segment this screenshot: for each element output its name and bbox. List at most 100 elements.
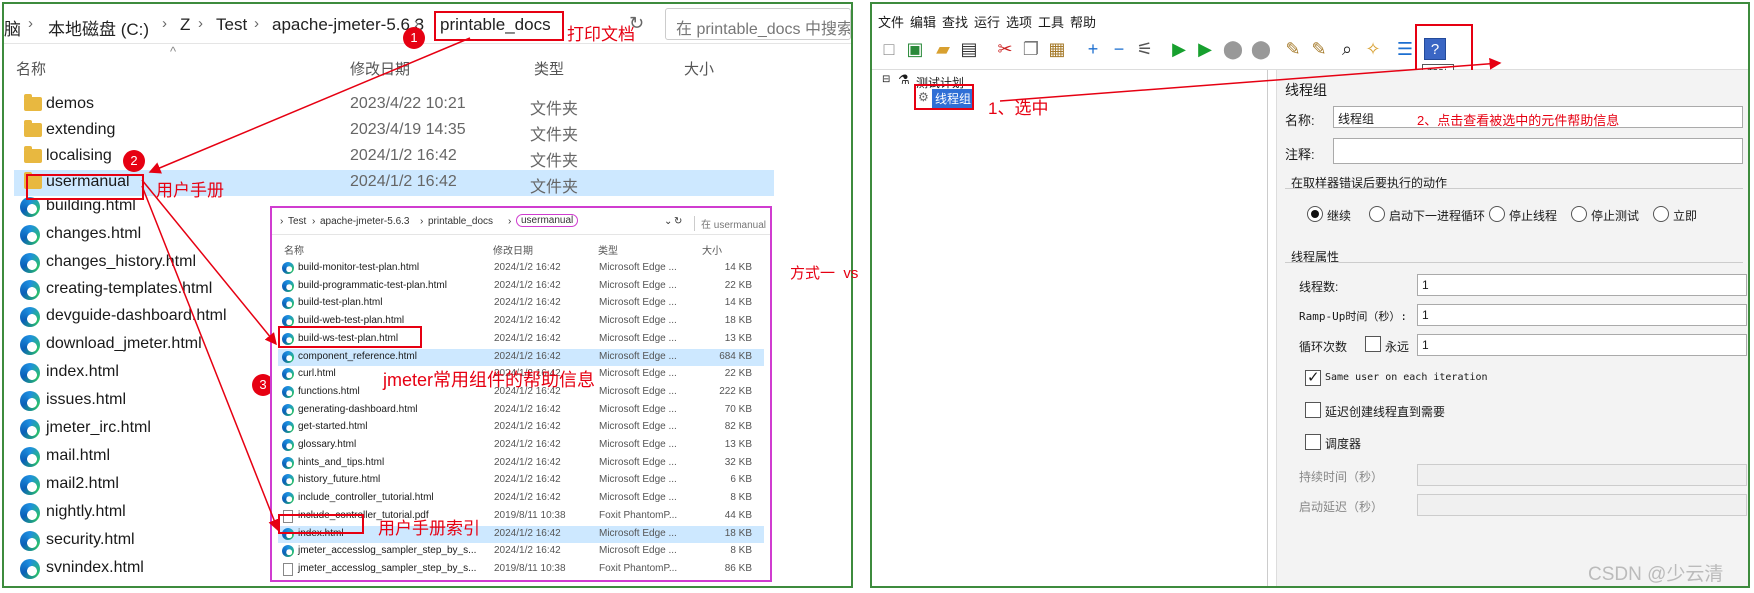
column-header-type[interactable]: 类型 bbox=[598, 242, 618, 257]
column-header-type[interactable]: 类型 bbox=[534, 58, 564, 79]
step-badge: 1 bbox=[403, 27, 425, 49]
expand-icon[interactable]: + bbox=[1082, 38, 1104, 60]
file-row[interactable]: jmeter_accesslog_sampler_step_by_s... 201… bbox=[278, 561, 764, 578]
file-row[interactable]: build-test-plan.html 2024/1/2 16:42 Micros… bbox=[278, 295, 764, 312]
file-row[interactable]: get-started.html 2024/1/2 16:42 Microsoft … bbox=[278, 419, 764, 436]
save-icon[interactable]: ▤ bbox=[958, 38, 980, 60]
rampup-input[interactable]: 1 bbox=[1417, 304, 1747, 326]
annotation-print-docs: 打印文档 bbox=[567, 25, 635, 44]
chevron-down-icon[interactable]: ⌄ bbox=[664, 216, 672, 227]
folder-row[interactable]: demos 2023/4/22 10:21 文件夹 bbox=[14, 92, 774, 118]
menu-edit[interactable]: 编辑 bbox=[910, 12, 936, 31]
refresh-icon[interactable]: ↻ bbox=[674, 216, 682, 227]
loop-input[interactable]: 1 bbox=[1417, 334, 1747, 356]
modified-date: 2024/1/2 16:42 bbox=[494, 297, 561, 309]
radio-next-loop[interactable] bbox=[1369, 206, 1385, 222]
file-row[interactable]: build-programmatic-test-plan.html 2024/1/… bbox=[278, 278, 764, 295]
file-size: 8 KB bbox=[730, 492, 752, 504]
menu-help[interactable]: 帮助 bbox=[1070, 12, 1096, 31]
column-header-size[interactable]: 大小 bbox=[702, 242, 722, 257]
clear-icon[interactable]: ✎ bbox=[1282, 38, 1304, 60]
comment-input[interactable] bbox=[1333, 138, 1743, 164]
file-size: 22 KB bbox=[724, 368, 752, 380]
collapse-toggle-icon[interactable]: ⊟ bbox=[882, 74, 890, 85]
folder-row[interactable]: extending 2023/4/19 14:35 文件夹 bbox=[14, 118, 774, 144]
breadcrumb-item[interactable]: printable_docs bbox=[428, 216, 493, 227]
radio-stop-test[interactable] bbox=[1571, 206, 1587, 222]
delay-thread-checkbox[interactable] bbox=[1305, 402, 1321, 418]
file-row[interactable]: glossary.html 2024/1/2 16:42 Microsoft Edg… bbox=[278, 437, 764, 454]
usermanual-explorer-panel: › Test › apache-jmeter-5.6.3 › printable… bbox=[270, 206, 772, 582]
cut-icon[interactable]: ✂ bbox=[994, 38, 1016, 60]
column-header-date[interactable]: 修改日期 bbox=[493, 242, 533, 257]
breadcrumb-current[interactable]: usermanual bbox=[516, 214, 579, 227]
scheduler-checkbox[interactable] bbox=[1305, 434, 1321, 450]
breadcrumb-item[interactable]: Z bbox=[180, 15, 190, 35]
breadcrumb-separator-icon: › bbox=[420, 216, 424, 227]
forever-checkbox[interactable] bbox=[1365, 336, 1381, 352]
file-row[interactable]: history_future.html 2024/1/2 16:42 Microso… bbox=[278, 472, 764, 489]
file-row[interactable]: hints_and_tips.html 2024/1/2 16:42 Microso… bbox=[278, 455, 764, 472]
toggle-icon[interactable]: ⚟ bbox=[1134, 38, 1156, 60]
search-input[interactable]: 在 printable_docs 中搜索 bbox=[665, 8, 851, 40]
threads-input[interactable]: 1 bbox=[1417, 274, 1747, 296]
menu-search[interactable]: 查找 bbox=[942, 12, 968, 31]
stop-icon[interactable]: ⬤ bbox=[1222, 38, 1244, 60]
start-no-pause-icon[interactable]: ▶ bbox=[1194, 38, 1216, 60]
function-helper-icon[interactable]: ☰ bbox=[1394, 38, 1416, 60]
folder-icon bbox=[24, 94, 42, 111]
file-name: security.html bbox=[46, 531, 135, 548]
paste-icon[interactable]: ▦ bbox=[1046, 38, 1068, 60]
menu-file[interactable]: 文件 bbox=[878, 12, 904, 31]
sort-caret-icon: ^ bbox=[170, 44, 177, 59]
radio-continue[interactable] bbox=[1307, 206, 1323, 222]
reset-search-icon[interactable]: ✧ bbox=[1362, 38, 1384, 60]
new-icon[interactable]: □ bbox=[878, 38, 900, 60]
edge-html-icon bbox=[282, 439, 294, 451]
divider bbox=[1285, 262, 1743, 263]
copy-icon[interactable]: ❐ bbox=[1020, 38, 1042, 60]
clear-all-icon[interactable]: ✎ bbox=[1308, 38, 1330, 60]
shutdown-icon[interactable]: ⬤ bbox=[1250, 38, 1272, 60]
breadcrumb-item[interactable]: 脑 bbox=[4, 15, 21, 40]
file-row[interactable]: component_reference.html 2024/1/2 16:42 Mi… bbox=[278, 348, 764, 366]
column-header-date[interactable]: 修改日期 bbox=[350, 58, 410, 79]
file-row[interactable]: build-monitor-test-plan.html 2024/1/2 16:… bbox=[278, 260, 764, 277]
duration-input bbox=[1417, 464, 1747, 486]
file-name: include_controller_tutorial.html bbox=[298, 492, 434, 504]
file-row[interactable]: generating-dashboard.html 2024/1/2 16:42 M… bbox=[278, 402, 764, 419]
delay-thread-label: 延迟创建线程直到需要 bbox=[1325, 405, 1446, 419]
start-icon[interactable]: ▶ bbox=[1168, 38, 1190, 60]
modified-date: 2024/1/2 16:42 bbox=[494, 474, 561, 486]
same-user-checkbox[interactable] bbox=[1305, 368, 1321, 386]
column-header-name[interactable]: 名称 bbox=[284, 242, 304, 257]
breadcrumb-item[interactable]: 本地磁盘 (C:) bbox=[48, 15, 149, 40]
templates-icon[interactable]: ▣ bbox=[904, 38, 926, 60]
menu-run[interactable]: 运行 bbox=[974, 12, 1000, 31]
column-header-size[interactable]: 大小 bbox=[684, 58, 714, 79]
modified-date: 2024/1/2 16:42 bbox=[350, 173, 457, 190]
radio-stop-thread[interactable] bbox=[1489, 206, 1505, 222]
folder-icon bbox=[24, 120, 42, 137]
file-row[interactable]: jmeter_accesslog_sampler_step_by_s... 202… bbox=[278, 543, 764, 560]
search-input[interactable]: 在 usermanual bbox=[694, 216, 770, 231]
file-type: Microsoft Edge ... bbox=[599, 262, 677, 273]
annotation-click-help: 2、点击查看被选中的元件帮助信息 bbox=[1417, 113, 1620, 128]
open-icon[interactable]: ▰ bbox=[932, 38, 954, 60]
radio-stop-now[interactable] bbox=[1653, 206, 1669, 222]
file-name: build-web-test-plan.html bbox=[298, 315, 405, 327]
breadcrumb-item[interactable]: Test bbox=[216, 15, 247, 35]
search-icon[interactable]: ⌕ bbox=[1336, 38, 1358, 60]
edge-html-icon bbox=[282, 350, 294, 363]
breadcrumb-item[interactable]: Test bbox=[288, 216, 306, 227]
forever-label: 永远 bbox=[1385, 340, 1410, 354]
menu-options[interactable]: 选项 bbox=[1006, 12, 1032, 31]
file-row[interactable]: include_controller_tutorial.html 2024/1/2… bbox=[278, 490, 764, 507]
column-header-name[interactable]: 名称 bbox=[16, 58, 46, 79]
highlight-box bbox=[434, 11, 564, 41]
breadcrumb-item[interactable]: apache-jmeter-5.6.3 bbox=[272, 15, 424, 35]
collapse-icon[interactable]: − bbox=[1108, 38, 1130, 60]
menu-tools[interactable]: 工具 bbox=[1038, 12, 1064, 31]
breadcrumb-item[interactable]: apache-jmeter-5.6.3 bbox=[320, 216, 410, 227]
address-bar[interactable]: 脑 › 本地磁盘 (C:) › Z › Test › apache-jmeter… bbox=[4, 4, 851, 44]
